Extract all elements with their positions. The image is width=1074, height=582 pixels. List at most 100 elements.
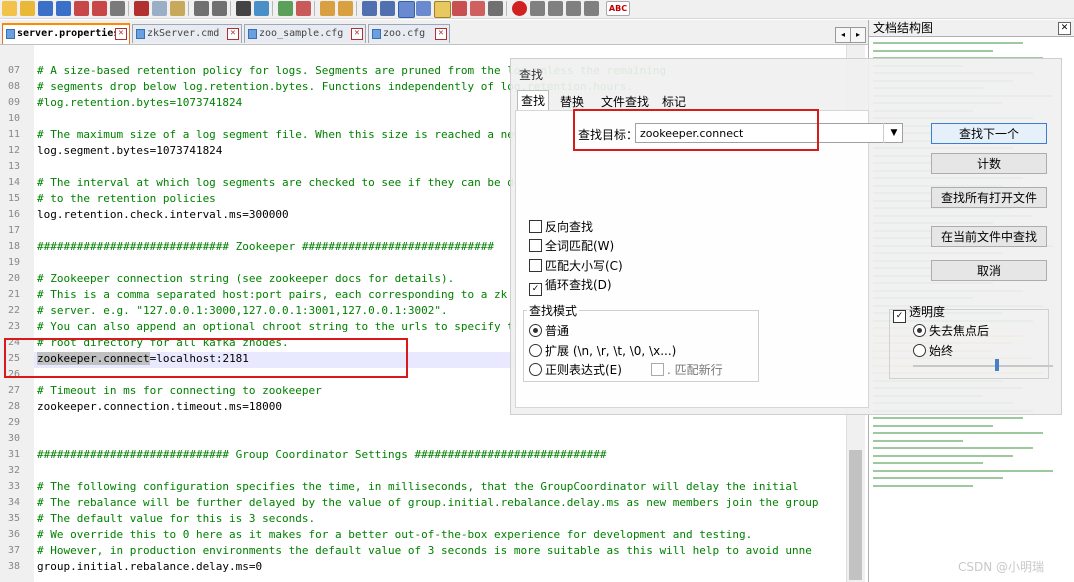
new-file-icon[interactable] bbox=[2, 1, 17, 16]
toolbar-separator bbox=[128, 1, 129, 16]
line-number: 12 bbox=[7, 145, 20, 156]
toolbar-separator bbox=[230, 1, 231, 16]
word-wrap-icon[interactable] bbox=[362, 1, 377, 16]
tab-mark[interactable]: 标记 bbox=[662, 93, 686, 110]
line-number: 37 bbox=[7, 545, 20, 556]
transparency-slider-track[interactable] bbox=[913, 365, 1053, 367]
mode-extended-radio[interactable]: 扩展 (\n, \r, \t, \0, \x...) bbox=[529, 342, 676, 359]
close-tab-icon[interactable]: ✕ bbox=[435, 28, 447, 40]
toolbar-separator bbox=[356, 1, 357, 16]
tab-prev-button[interactable]: ◂ bbox=[835, 27, 851, 43]
line-number: 21 bbox=[7, 289, 20, 300]
on-lose-focus-radio[interactable]: 失去焦点后 bbox=[913, 322, 989, 339]
line-number: 13 bbox=[7, 161, 20, 172]
chevron-down-icon[interactable]: ▼ bbox=[883, 123, 904, 143]
find-icon[interactable] bbox=[236, 1, 251, 16]
save-all-icon[interactable] bbox=[56, 1, 71, 16]
option-label: 全词匹配(W) bbox=[545, 239, 615, 253]
tab-zkserver-cmd[interactable]: zkServer.cmd ✕ bbox=[132, 24, 242, 43]
folder-workspace-icon[interactable] bbox=[470, 1, 485, 16]
document-map-line bbox=[873, 477, 1003, 479]
line-number: 14 bbox=[7, 177, 20, 188]
option-label: 正则表达式(E) bbox=[545, 363, 622, 377]
tab-label: zoo_sample.cfg bbox=[259, 28, 344, 39]
copy-icon[interactable] bbox=[152, 1, 167, 16]
close-tab-icon[interactable]: ✕ bbox=[227, 28, 239, 40]
save-icon[interactable] bbox=[38, 1, 53, 16]
annotation-highlight-box bbox=[4, 338, 408, 378]
doc-map-icon[interactable] bbox=[434, 1, 451, 18]
match-case-checkbox[interactable]: 匹配大小写(C) bbox=[529, 257, 623, 274]
tab-zoo-sample-cfg[interactable]: zoo_sample.cfg ✕ bbox=[244, 24, 366, 43]
transparency-checkbox[interactable]: ✓ 透明度 bbox=[893, 303, 945, 323]
indent-guide-icon[interactable] bbox=[398, 1, 415, 18]
zoom-in-icon[interactable] bbox=[278, 1, 293, 16]
code-line: log.segment.bytes=1073741824 bbox=[37, 144, 223, 157]
tab-server-properties[interactable]: server.properties ✕ bbox=[2, 23, 130, 44]
cut-icon[interactable] bbox=[134, 1, 149, 16]
record-macro-icon[interactable] bbox=[512, 1, 527, 16]
close-tab-icon[interactable]: ✕ bbox=[351, 28, 363, 40]
close-tab-icon[interactable]: ✕ bbox=[115, 28, 127, 40]
line-number: 10 bbox=[7, 113, 20, 124]
save-macro-icon[interactable] bbox=[584, 1, 599, 16]
find-next-button[interactable]: 查找下一个 bbox=[931, 123, 1047, 144]
function-list-icon[interactable] bbox=[452, 1, 467, 16]
document-map-line bbox=[873, 424, 993, 427]
count-button[interactable]: 计数 bbox=[931, 153, 1047, 174]
line-number: 23 bbox=[7, 321, 20, 332]
print-icon[interactable] bbox=[110, 1, 125, 16]
close-file-icon[interactable] bbox=[74, 1, 89, 16]
code-line: group.initial.rebalance.delay.ms=0 bbox=[37, 560, 263, 573]
option-label: 匹配大小写(C) bbox=[545, 259, 623, 273]
show-all-chars-icon[interactable] bbox=[380, 1, 395, 16]
open-file-icon[interactable] bbox=[20, 1, 35, 16]
document-map-title: 文档结构图 bbox=[869, 20, 1074, 37]
match-newline-checkbox[interactable]: . 匹配新行 bbox=[651, 361, 723, 378]
line-number: 38 bbox=[7, 561, 20, 572]
paste-icon[interactable] bbox=[170, 1, 185, 16]
tab-find-in-files[interactable]: 文件查找 bbox=[601, 93, 649, 110]
line-number: 19 bbox=[7, 257, 20, 268]
line-number: 09 bbox=[7, 97, 20, 108]
reverse-search-checkbox[interactable]: 反向查找 bbox=[529, 218, 593, 235]
close-icon[interactable]: ✕ bbox=[1058, 22, 1071, 35]
code-line: zookeeper.connection.timeout.ms=18000 bbox=[37, 400, 283, 413]
stop-macro-icon[interactable] bbox=[530, 1, 545, 16]
always-radio[interactable]: 始终 bbox=[913, 342, 953, 359]
tab-label: server.properties bbox=[17, 28, 120, 39]
scrollbar-thumb[interactable] bbox=[849, 450, 862, 580]
tab-find[interactable]: 查找 bbox=[517, 90, 550, 111]
line-number: 16 bbox=[7, 209, 20, 220]
document-map-line bbox=[873, 454, 1013, 457]
sync-vertical-icon[interactable] bbox=[320, 1, 335, 16]
replace-icon[interactable] bbox=[254, 1, 269, 16]
mode-normal-radio[interactable]: 普通 bbox=[529, 322, 569, 339]
wrap-around-checkbox[interactable]: ✓ 循环查找(D) bbox=[529, 276, 612, 296]
tab-zoo-cfg[interactable]: zoo.cfg ✕ bbox=[368, 24, 450, 43]
monitor-icon[interactable] bbox=[488, 1, 503, 16]
annotation-highlight-box bbox=[573, 109, 819, 151]
document-map-line bbox=[873, 49, 993, 52]
find-all-open-files-button[interactable]: 查找所有打开文件 bbox=[931, 187, 1047, 208]
tab-replace[interactable]: 替换 bbox=[560, 93, 584, 110]
mode-regex-radio[interactable]: 正则表达式(E) bbox=[529, 361, 622, 378]
run-macro-multiple-icon[interactable] bbox=[566, 1, 581, 16]
sync-horizontal-icon[interactable] bbox=[338, 1, 353, 16]
play-macro-icon[interactable] bbox=[548, 1, 563, 16]
line-number: 07 bbox=[7, 65, 20, 76]
spell-check-icon[interactable]: ABC bbox=[606, 1, 630, 16]
redo-icon[interactable] bbox=[212, 1, 227, 16]
lang-icon[interactable] bbox=[416, 1, 431, 16]
zoom-out-icon[interactable] bbox=[296, 1, 311, 16]
transparency-slider-thumb[interactable] bbox=[995, 359, 999, 371]
cancel-button[interactable]: 取消 bbox=[931, 260, 1047, 281]
tab-next-button[interactable]: ▸ bbox=[850, 27, 866, 43]
close-all-icon[interactable] bbox=[92, 1, 107, 16]
file-icon bbox=[6, 29, 15, 39]
whole-word-checkbox[interactable]: 全词匹配(W) bbox=[529, 237, 614, 254]
find-in-current-file-button[interactable]: 在当前文件中查找 bbox=[931, 226, 1047, 247]
code-line: # However, in production environments th… bbox=[37, 544, 812, 557]
search-mode-title: 查找模式 bbox=[527, 302, 580, 319]
undo-icon[interactable] bbox=[194, 1, 209, 16]
